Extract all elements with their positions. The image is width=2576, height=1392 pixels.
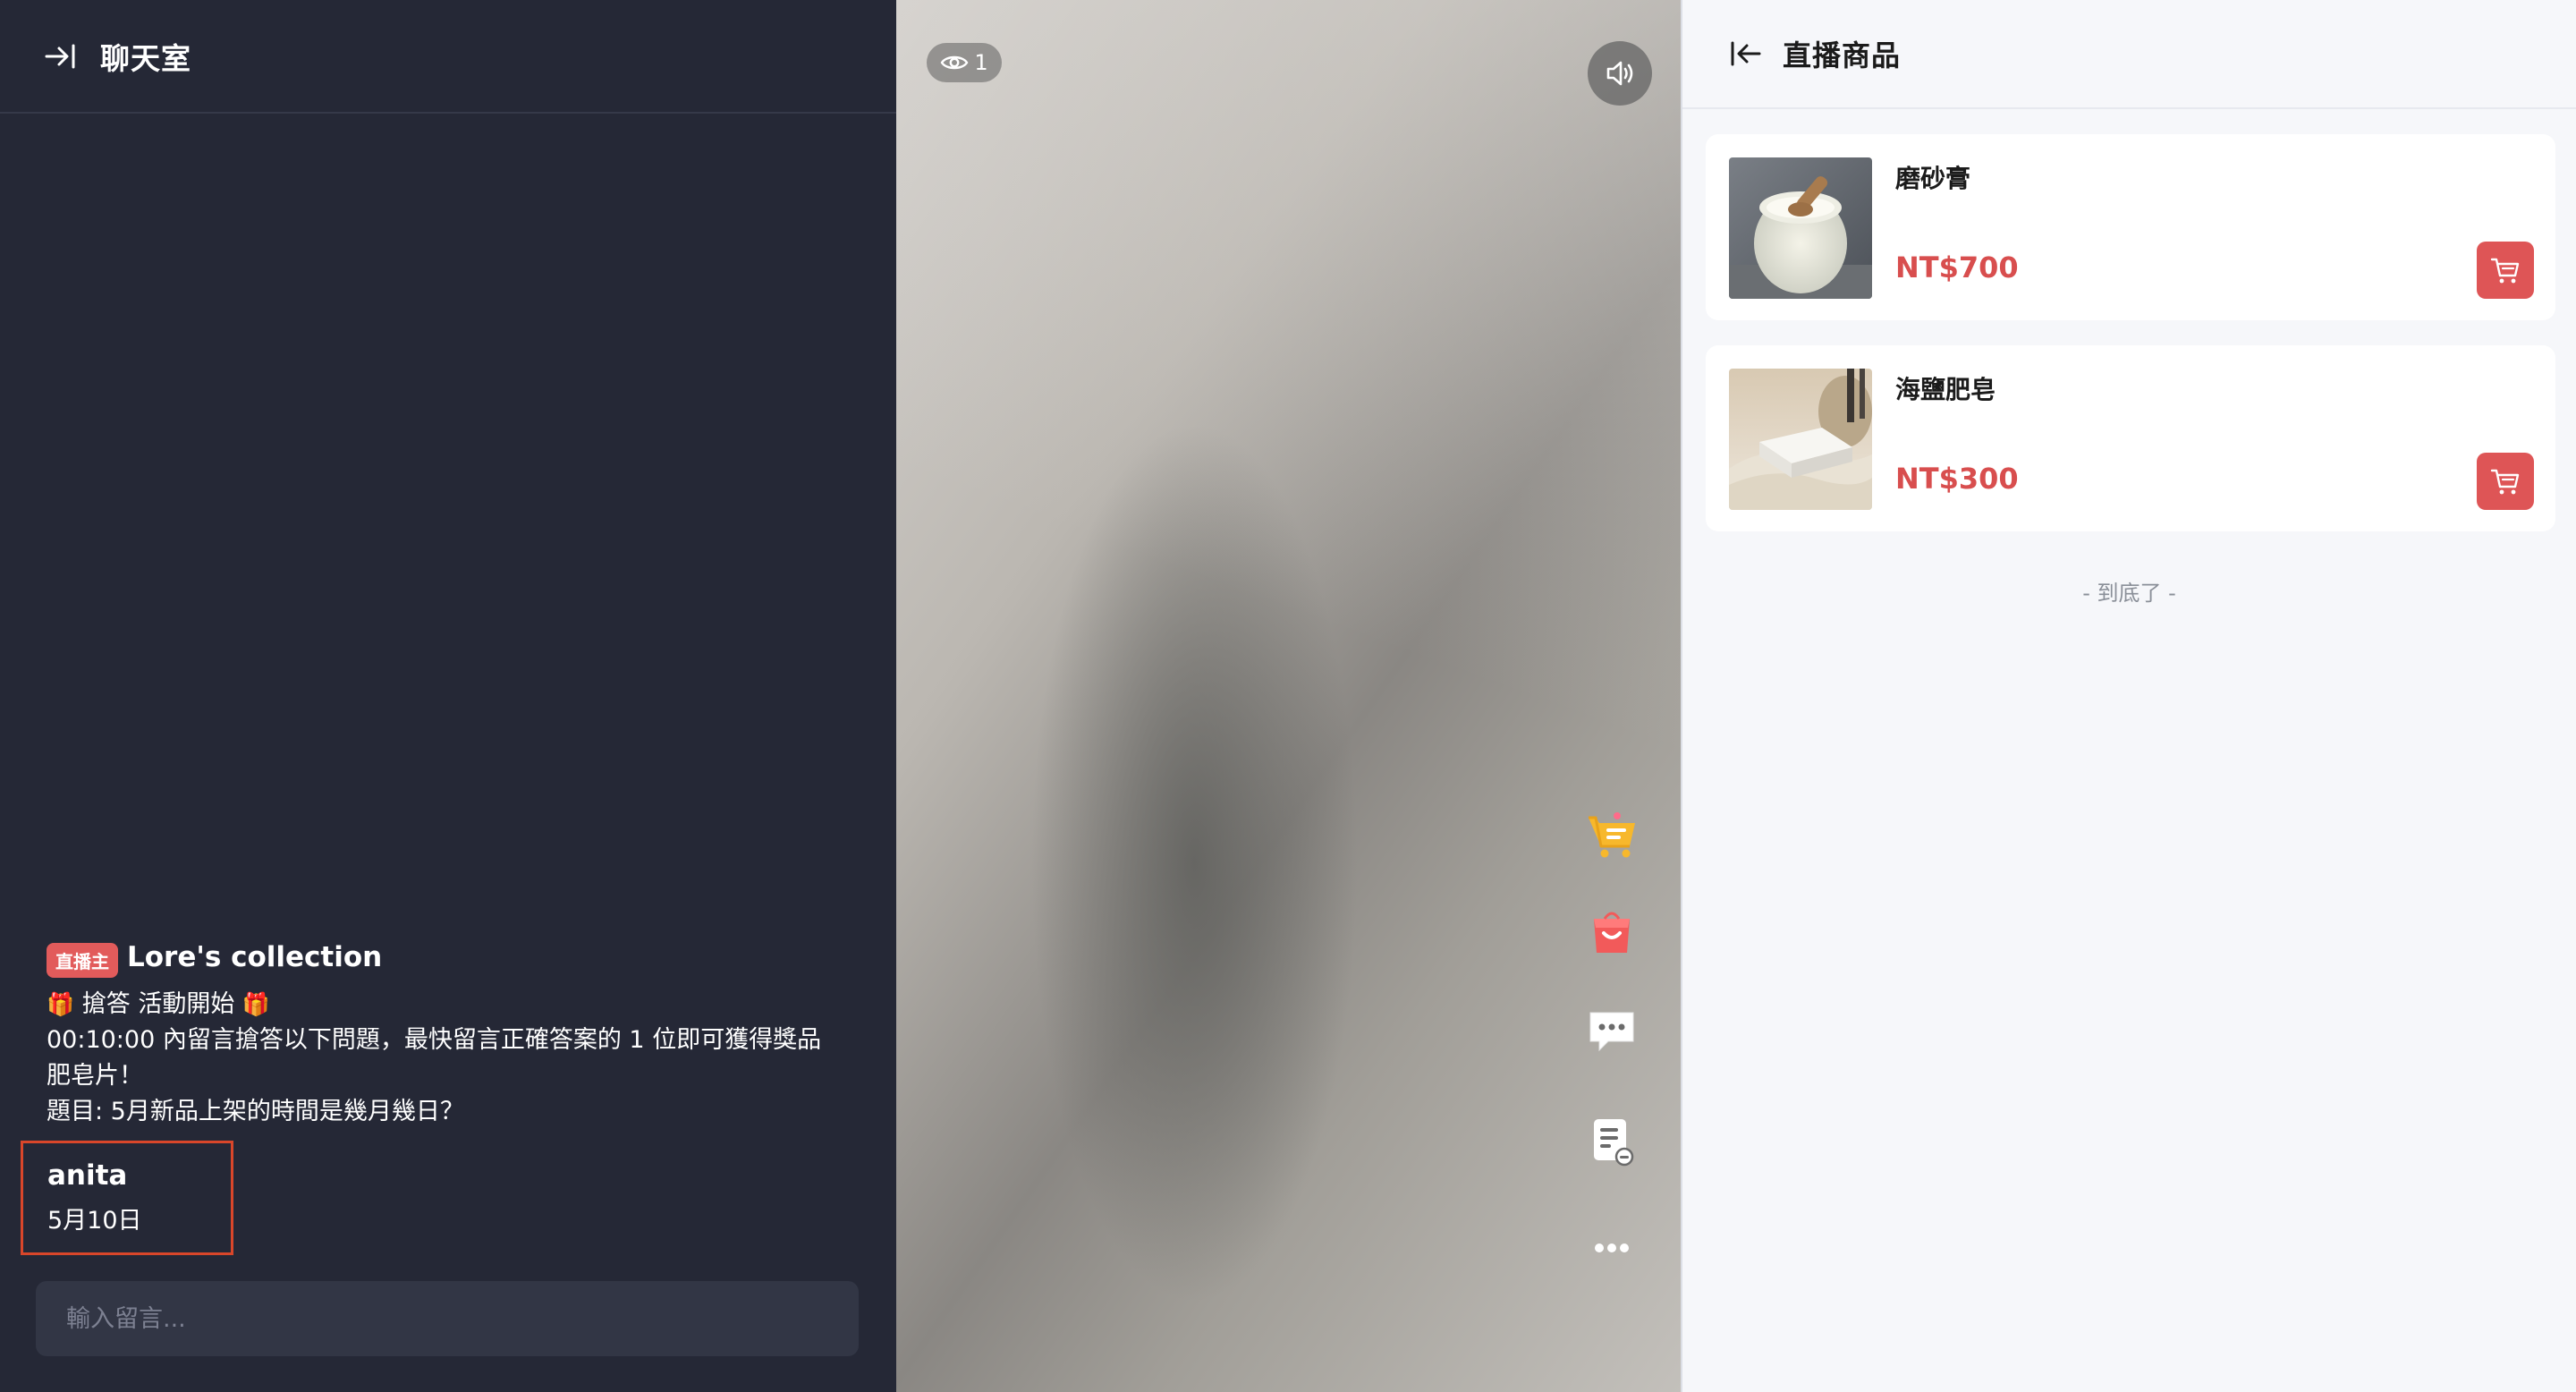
add-to-cart-button[interactable] (2477, 453, 2534, 510)
gift-icon: 🎁 (47, 991, 75, 1017)
user-message-text: 5月10日 (47, 1207, 142, 1235)
side-chat-button[interactable] (1585, 1004, 1639, 1057)
product-card[interactable]: 海鹽肥皂 NT$300 (1706, 345, 2555, 531)
host-name: Lore's collection (127, 940, 383, 973)
add-to-cart-button[interactable] (2477, 242, 2534, 299)
host-message: 直播主 Lore's collection 🎁 搶答 活動開始 🎁 00:10:… (47, 936, 852, 1130)
collapse-chat-icon[interactable] (43, 38, 79, 74)
cart-icon (2490, 469, 2520, 495)
side-notes-button[interactable] (1585, 1116, 1639, 1169)
product-card[interactable]: 磨砂膏 NT$700 (1706, 134, 2555, 320)
more-icon (1595, 1243, 1629, 1252)
host-badge: 直播主 (47, 943, 118, 978)
host-name-row: 直播主 Lore's collection (47, 936, 852, 978)
live-video[interactable]: 1 (896, 0, 1681, 1392)
collapse-products-icon[interactable] (1727, 36, 1763, 72)
chat-message-input[interactable] (36, 1281, 859, 1356)
product-name[interactable]: 海鹽肥皂 (1895, 370, 1996, 406)
chat-bubble-icon (1589, 1012, 1634, 1052)
product-name[interactable]: 磨砂膏 (1895, 159, 1970, 195)
eye-icon (940, 55, 969, 70)
product-price: NT$700 (1895, 250, 2019, 284)
cart-icon (1589, 812, 1635, 858)
headline-text: 搶答 活動開始 (81, 990, 235, 1018)
shopping-bag-icon (1594, 912, 1630, 953)
side-cart-button[interactable] (1585, 809, 1639, 862)
side-shop-button[interactable] (1585, 906, 1639, 960)
cart-icon (2490, 258, 2520, 284)
end-of-list-note: - 到底了 - (2082, 581, 2176, 606)
host-message-line: 肥皂片！ (47, 1062, 143, 1090)
note-list-icon (1594, 1119, 1634, 1167)
host-message-body: 🎁 搶答 活動開始 🎁 00:10:00 內留言搶答以下問題，最快留言正確答案的… (47, 987, 852, 1130)
user-name: anita (47, 1159, 128, 1192)
side-more-button[interactable] (1585, 1221, 1639, 1275)
product-image[interactable] (1729, 157, 1872, 299)
host-message-headline: 🎁 搶答 活動開始 🎁 (47, 987, 852, 1023)
gift-icon: 🎁 (242, 991, 271, 1017)
host-message-line: 00:10:00 內留言搶答以下問題，最快留言正確答案的 1 位即可獲得獎品 (47, 1026, 822, 1054)
viewer-count-badge: 1 (927, 43, 1002, 82)
speaker-icon (1606, 61, 1633, 86)
sound-toggle-button[interactable] (1588, 41, 1652, 106)
user-message: anita 5月10日 (21, 1141, 233, 1255)
host-message-line: 題目: 5月新品上架的時間是幾月幾日？ (47, 1098, 464, 1125)
viewer-count: 1 (974, 50, 988, 75)
products-title: 直播商品 (1783, 38, 1902, 72)
chat-title: 聊天室 (100, 40, 191, 76)
live-stream-app: 聊天室 直播主 Lore's collection 🎁 搶答 活動開始 🎁 00… (0, 0, 2576, 1392)
product-image[interactable] (1729, 369, 1872, 510)
product-price: NT$300 (1895, 462, 2019, 496)
chat-panel: 聊天室 直播主 Lore's collection 🎁 搶答 活動開始 🎁 00… (0, 0, 896, 1392)
chat-header: 聊天室 (0, 0, 896, 114)
products-header: 直播商品 (1682, 0, 2576, 109)
products-panel: 直播商品 磨砂膏 NT$700 海鹽肥皂 NT$300 - 到底了 - (1681, 0, 2576, 1392)
